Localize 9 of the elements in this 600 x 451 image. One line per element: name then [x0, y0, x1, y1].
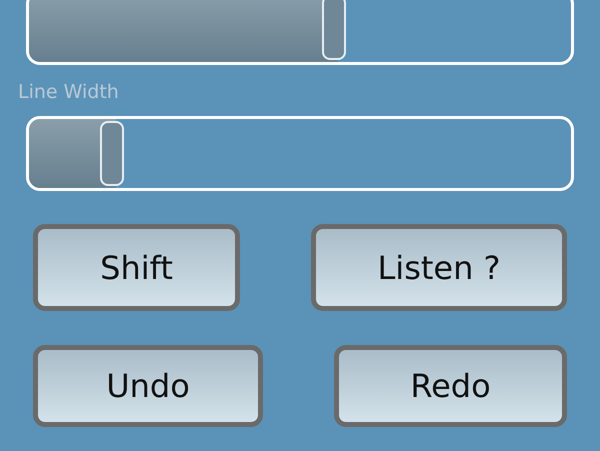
action-button[interactable]: Undo — [33, 345, 263, 427]
slider-label: Line Width — [18, 83, 120, 102]
action-button[interactable]: Listen ? — [311, 224, 567, 311]
action-button[interactable]: Shift — [33, 224, 240, 311]
slider-thumb[interactable] — [100, 121, 124, 186]
slider[interactable] — [26, 0, 574, 65]
slider[interactable] — [26, 116, 574, 191]
slider-thumb[interactable] — [322, 0, 346, 60]
action-button[interactable]: Redo — [334, 345, 567, 427]
